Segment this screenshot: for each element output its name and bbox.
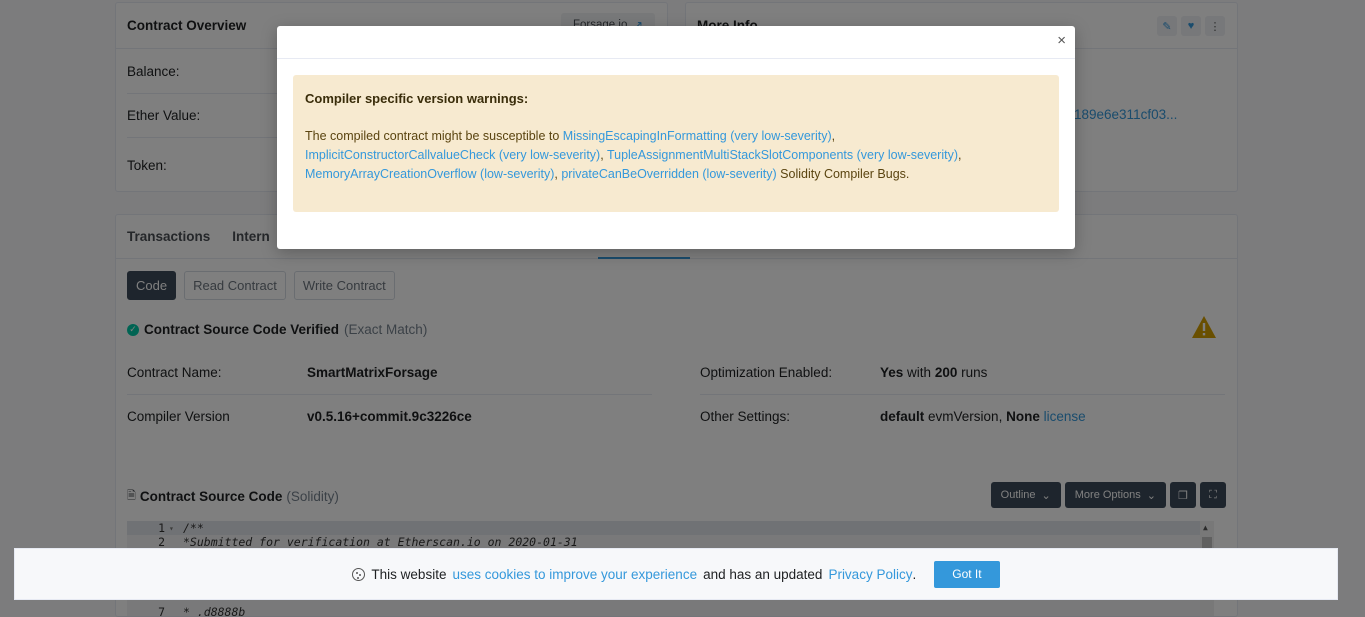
warning-alert: Compiler specific version warnings: The …	[293, 75, 1059, 212]
got-it-button[interactable]: Got It	[934, 560, 1000, 588]
bug-link-missing-escaping[interactable]: MissingEscapingInFormatting (very low-se…	[563, 129, 832, 143]
modal-header: ×	[277, 26, 1075, 59]
page-background: Contract Overview Forsage.io ↗ Balance: …	[0, 0, 1365, 617]
bug-link-memory-array[interactable]: MemoryArrayCreationOverflow (low-severit…	[305, 167, 554, 181]
alert-outro: Solidity Compiler Bugs.	[780, 167, 910, 181]
bug-link-private-override[interactable]: privateCanBeOverridden (low-severity)	[561, 167, 776, 181]
close-icon[interactable]: ×	[1057, 33, 1066, 48]
bug-link-implicit-constructor[interactable]: ImplicitConstructorCallvalueCheck (very …	[305, 148, 600, 162]
compiler-warnings-modal: × Compiler specific version warnings: Th…	[277, 26, 1075, 249]
cookie-icon	[352, 567, 366, 581]
alert-body: The compiled contract might be susceptib…	[305, 129, 962, 181]
privacy-policy-link[interactable]: Privacy Policy	[828, 567, 912, 582]
alert-intro: The compiled contract might be susceptib…	[305, 129, 560, 143]
cookie-policy-link[interactable]: uses cookies to improve your experience	[452, 567, 697, 582]
bug-link-tuple-assignment[interactable]: TupleAssignmentMultiStackSlotComponents …	[607, 148, 958, 162]
cookie-text-mid: and has an updated	[703, 566, 823, 582]
alert-title: Compiler specific version warnings:	[305, 91, 529, 106]
cookie-banner: This website uses cookies to improve you…	[14, 548, 1338, 600]
cookie-text-pre: This website	[371, 566, 447, 582]
